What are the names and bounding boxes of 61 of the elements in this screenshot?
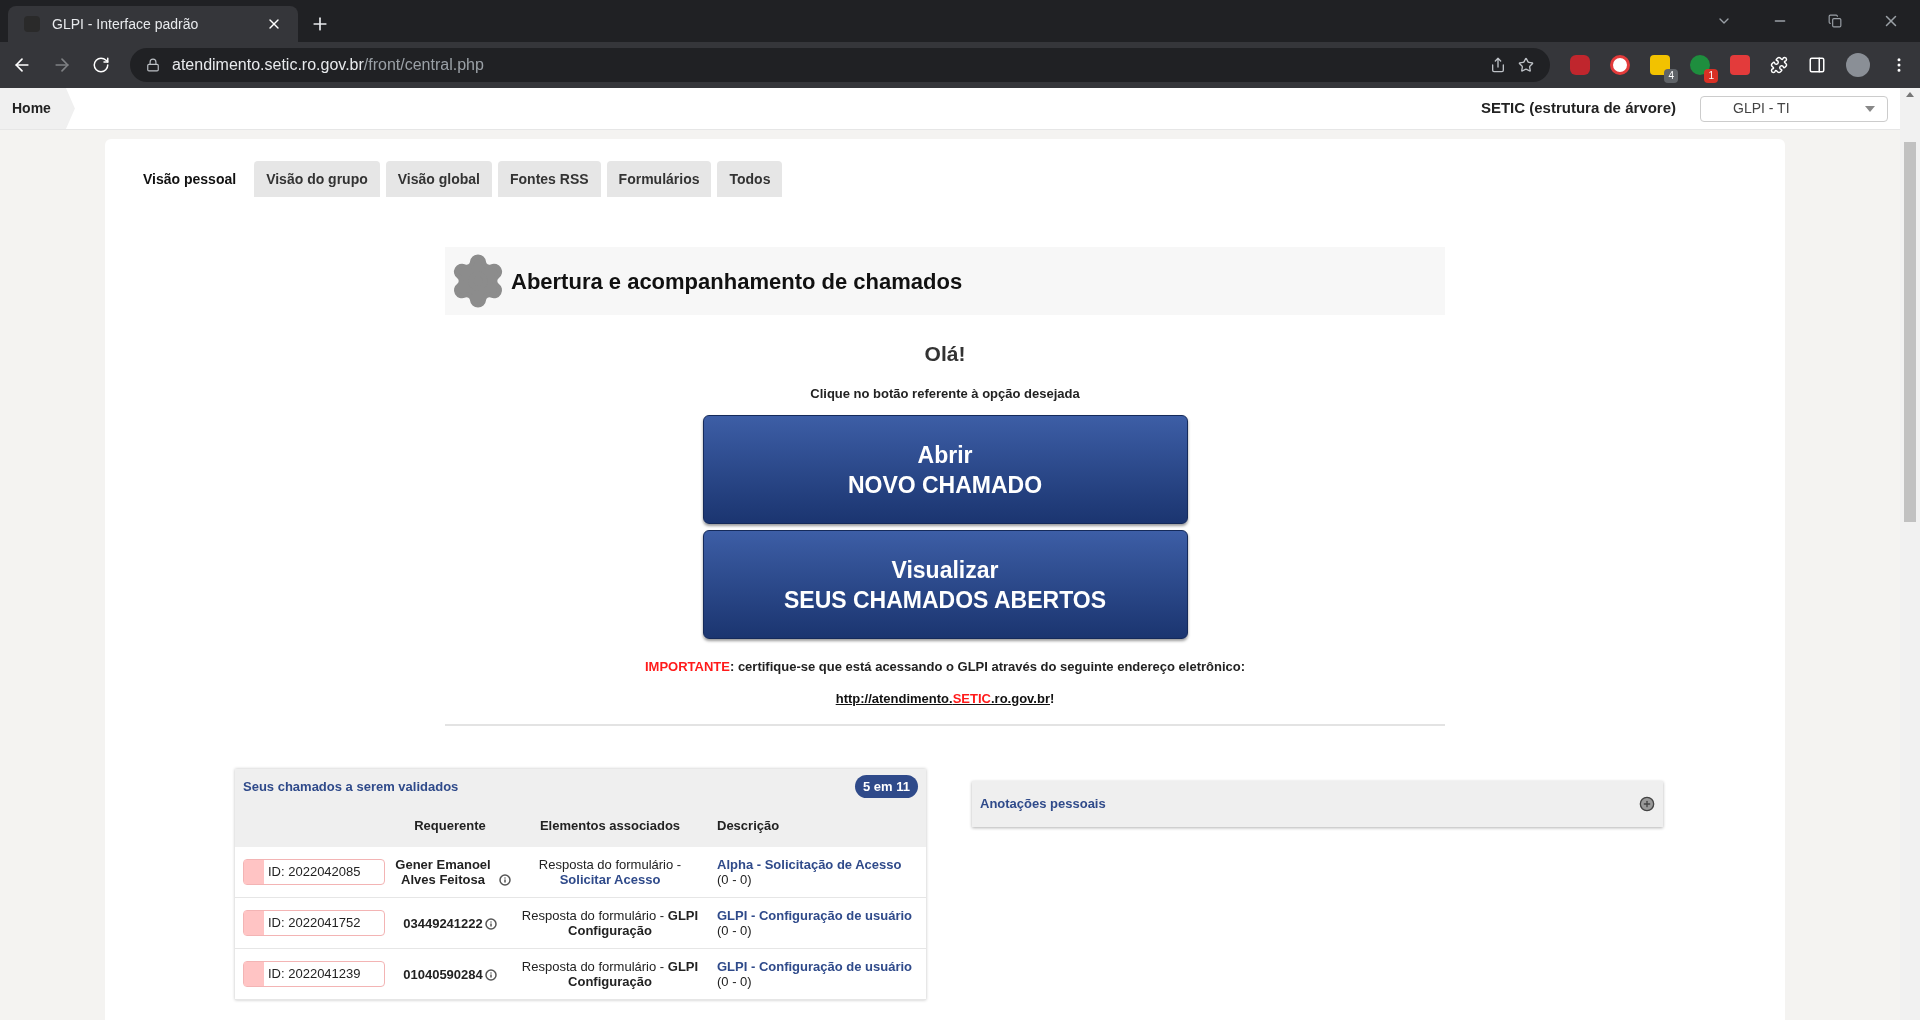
reload-icon[interactable] <box>92 56 110 74</box>
elements-text: Resposta do formulário - GLPI Configuração <box>520 959 700 989</box>
tab[interactable]: Fontes RSS <box>498 161 601 197</box>
info-icon[interactable] <box>484 968 497 981</box>
address-bar[interactable]: atendimento.setic.ro.gov.br/front/central.php <box>130 48 1550 82</box>
extensions-icon[interactable] <box>1770 56 1788 74</box>
large-action-button[interactable]: Visualizar SEUS CHAMADOS ABERTOS <box>702 530 1188 639</box>
requester-text: 01040590284 <box>403 966 483 982</box>
form-link[interactable]: Solicitar Acesso <box>559 872 661 887</box>
avatar-icon[interactable] <box>1846 53 1870 77</box>
ticket-id-field: ID: 2022041239 <box>243 961 385 987</box>
info-icon[interactable] <box>499 874 511 886</box>
tab[interactable]: Visão do grupo <box>254 161 380 197</box>
elements-text: Resposta do formulário - Solicitar Acesso <box>537 857 683 887</box>
tab[interactable]: Todos <box>717 161 783 197</box>
status-swatch <box>244 860 264 884</box>
add-icon[interactable] <box>1639 796 1655 812</box>
ticket-id-field: ID: 2022042085 <box>243 859 385 885</box>
description-text: GLPI - Configuração de usuário (0 - 0) <box>716 908 914 938</box>
description-text: Alpha - Solicitação de Acesso (0 - 0) <box>716 857 903 887</box>
ticket-link[interactable]: GLPI - Configuração de usuário <box>717 908 913 923</box>
description-text: GLPI - Configuração de usuário (0 - 0) <box>716 959 914 989</box>
tab[interactable]: Visão global <box>385 161 492 197</box>
info-icon[interactable] <box>484 917 497 930</box>
tab[interactable]: Formulários <box>606 161 712 197</box>
url-text: atendimento.setic.ro.gov.br/front/central.php <box>172 55 485 75</box>
share-icon[interactable] <box>1490 57 1506 73</box>
table-title-link[interactable]: Seus chamados a serem validados <box>243 776 459 797</box>
entity-label: SETIC (estrutura de árvore) <box>1480 98 1676 119</box>
ticket-link[interactable]: GLPI - Configuração de usuário <box>717 959 913 974</box>
requester-text: Gener Emanoel Alves Feitosa <box>394 857 492 887</box>
ticket-id-field: ID: 2022041752 <box>243 910 385 936</box>
greeting-text: Olá! <box>924 341 966 367</box>
home-breadcrumb[interactable]: Home <box>0 88 75 129</box>
column-header: Descrição <box>716 816 781 835</box>
status-swatch <box>244 962 264 986</box>
status-swatch <box>244 911 264 935</box>
entity-select[interactable]: GLPI - TI <box>1700 95 1888 122</box>
extension-badge: 1 <box>1704 69 1718 83</box>
dropdown-arrow-icon <box>1865 105 1875 112</box>
warning-text: IMPORTANTE: certifique-se que está acessando o GLPI através do seguinte endereço eletrônico: <box>644 658 1246 676</box>
bookmark-star-icon[interactable] <box>1518 57 1534 73</box>
notes-title: Anotações pessoais <box>980 795 1106 814</box>
ticket-link[interactable]: Alpha - Solicitação de Acesso <box>717 857 902 872</box>
column-header: Elementos associados <box>538 816 682 835</box>
instruction-text: Clique no botão referente à opção desejada <box>810 384 1080 403</box>
elements-text: Resposta do formulário - GLPI Configuração <box>520 908 700 938</box>
browser-tab[interactable]: GLPI - Interface padrão <box>8 6 298 42</box>
count-badge: 5 em 11 <box>855 774 918 799</box>
address-link[interactable]: http://atendimento.SETIC.ro.gov.br <box>835 688 1050 708</box>
exclamation-text: ! <box>1049 689 1055 708</box>
extension-badge: 4 <box>1664 69 1678 83</box>
circle-extension-icon[interactable] <box>1610 55 1630 75</box>
requester-text: 03449241222 <box>403 915 483 931</box>
panel-title: Abertura e acompanhamento de chamados <box>511 267 963 296</box>
scrollbar-thumb[interactable] <box>1904 142 1916 522</box>
side-panel-icon[interactable] <box>1808 56 1826 74</box>
column-header: Requerente <box>413 816 487 835</box>
lock-icon <box>146 58 160 72</box>
restore-icon[interactable] <box>1828 14 1842 28</box>
large-action-button[interactable]: Abrir NOVO CHAMADO <box>702 415 1188 524</box>
